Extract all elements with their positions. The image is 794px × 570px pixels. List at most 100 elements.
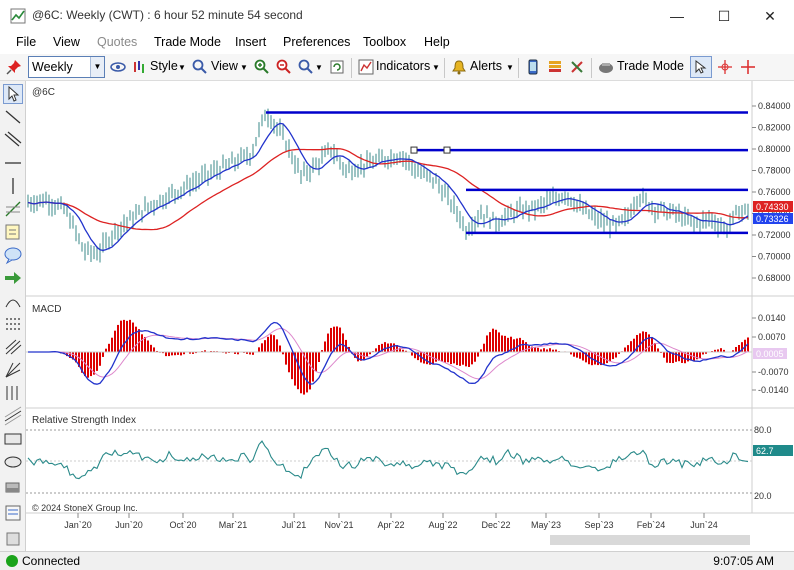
grid-dots-icon[interactable] <box>3 314 23 334</box>
trade-mode-icon <box>599 63 613 73</box>
time-tick-label: Aug`22 <box>428 520 457 530</box>
text-note-icon[interactable] <box>3 222 23 242</box>
menu-toolbox[interactable]: Toolbox <box>363 35 406 49</box>
time-tick-label: Dec`22 <box>481 520 510 530</box>
arc-icon[interactable] <box>3 291 23 311</box>
pitchfork-icon[interactable] <box>3 337 23 357</box>
zoom-menu-icon[interactable] <box>298 59 314 75</box>
magnifier-icon <box>192 59 207 74</box>
cursor-arrow-icon <box>695 60 707 74</box>
crosshair-eye-icon[interactable] <box>110 59 126 75</box>
horizontal-scrollbar[interactable] <box>550 535 750 545</box>
bar-chart-icon[interactable] <box>547 59 563 75</box>
style-button[interactable]: Style <box>150 59 178 73</box>
refresh-icon[interactable] <box>329 59 345 75</box>
macd-tick-label: 0.0070 <box>758 332 786 342</box>
price-axis: 0.840000.820000.800000.780000.760000.740… <box>752 101 791 283</box>
channel-icon[interactable] <box>3 130 23 150</box>
price-bars <box>27 108 749 263</box>
rsi-tick-20: 20.0 <box>754 491 772 501</box>
fibonacci-icon[interactable] <box>3 199 23 219</box>
ellipse-icon[interactable] <box>3 452 23 472</box>
line-handle[interactable] <box>410 146 418 154</box>
macd-tick-label: -0.0140 <box>758 385 789 395</box>
menu-view[interactable]: View <box>53 35 80 49</box>
connection-status: Connected <box>22 554 81 568</box>
period-select[interactable]: Weekly ▼ <box>28 56 105 78</box>
indicators-chevron-down-icon[interactable]: ▼ <box>432 63 440 72</box>
bell-icon <box>452 60 466 75</box>
line-handle[interactable] <box>443 146 451 154</box>
tools-icon[interactable] <box>569 59 585 75</box>
template-icon[interactable] <box>3 503 23 523</box>
time-tick-label: Jun`20 <box>115 520 143 530</box>
menu-insert[interactable]: Insert <box>235 35 266 49</box>
price-tick-label: 0.80000 <box>758 144 791 154</box>
price-tick-label: 0.82000 <box>758 123 791 133</box>
indicators-button[interactable]: Indicators <box>376 59 430 73</box>
menu-file[interactable]: File <box>16 35 36 49</box>
view-button[interactable]: View <box>211 59 238 73</box>
menu-quotes[interactable]: Quotes <box>97 35 137 49</box>
view-chevron-down-icon[interactable]: ▼ <box>240 63 248 72</box>
time-tick-label: Apr`22 <box>377 520 404 530</box>
alerts-button[interactable]: Alerts <box>470 59 502 73</box>
period-value: Weekly <box>32 60 73 74</box>
vertical-line-icon[interactable] <box>3 176 23 196</box>
pin-icon[interactable] <box>6 59 22 75</box>
alerts-chevron-down-icon[interactable]: ▼ <box>506 63 514 72</box>
arrow-right-icon[interactable] <box>3 268 23 288</box>
title-bar: @6C: Weekly (CWT) : 6 hour 52 minute 54 … <box>0 0 794 32</box>
chart-area[interactable]: @6C 0.84000 0.82000 0.80000 0.78000 0.76000 0… <box>26 81 794 551</box>
style-chevron-down-icon[interactable]: ▼ <box>178 63 186 72</box>
macd-tick-label: -0.0070 <box>758 367 789 377</box>
connection-status-icon <box>6 555 18 567</box>
zoom-in-icon[interactable] <box>254 59 270 75</box>
menu-bar: File View Quotes Trade Mode Insert Prefe… <box>0 32 794 54</box>
menu-help[interactable]: Help <box>424 35 450 49</box>
indicators-icon <box>358 59 374 75</box>
drawing-tools-more-icon[interactable] <box>3 529 23 549</box>
cycle-lines-icon[interactable] <box>3 383 23 403</box>
menu-trade-mode[interactable]: Trade Mode <box>154 35 221 49</box>
maximize-button[interactable]: ☐ <box>701 4 747 28</box>
chart-canvas[interactable]: @6C 0.84000 0.82000 0.80000 0.78000 0.76000 0… <box>26 81 794 551</box>
price-tick-label: 0.84000 <box>758 101 791 111</box>
rectangle-icon[interactable] <box>3 429 23 449</box>
eraser-icon[interactable] <box>3 477 23 497</box>
regression-icon[interactable] <box>3 406 23 426</box>
phone-icon[interactable] <box>525 59 541 75</box>
price-tag-red-text: 0.74330 <box>756 202 789 212</box>
moving-average-fast[interactable] <box>27 122 749 252</box>
price-tick-label: 0.76000 <box>758 187 791 197</box>
trendline-icon[interactable] <box>3 107 23 127</box>
callout-icon[interactable] <box>3 245 23 265</box>
status-time: 9:07:05 AM <box>713 554 774 568</box>
macd-tick-label: 0.0140 <box>758 313 786 323</box>
time-axis: Jan`20 Jun`20 Oct`20 Mar`21 Jul`21 Nov`21 Apr`… <box>64 513 718 530</box>
time-tick-label: Nov`21 <box>324 520 353 530</box>
macd-label: MACD <box>32 304 61 315</box>
rsi-line[interactable] <box>27 440 749 480</box>
crosshair-icon[interactable] <box>717 59 733 75</box>
gann-icon[interactable] <box>3 360 23 380</box>
select-tool-button[interactable] <box>3 84 23 104</box>
rsi-label: Relative Strength Index <box>32 415 136 426</box>
close-button[interactable]: ✕ <box>747 4 793 28</box>
horizontal-line-icon[interactable] <box>3 153 23 173</box>
zoom-chevron-down-icon[interactable]: ▼ <box>315 63 323 72</box>
minimize-button[interactable]: — <box>654 4 700 28</box>
time-tick-label: Feb`24 <box>637 520 666 530</box>
plus-crosshair-icon[interactable] <box>740 59 756 75</box>
copyright-text: © 2024 StoneX Group Inc. <box>32 503 138 513</box>
menu-preferences[interactable]: Preferences <box>283 35 350 49</box>
pointer-tool-button[interactable] <box>690 56 712 78</box>
time-tick-label: Jan`20 <box>64 520 92 530</box>
macd-tag-text: 0.0005 <box>756 349 784 359</box>
time-tick-label: Sep`23 <box>584 520 613 530</box>
chevron-down-icon[interactable]: ▼ <box>90 57 104 77</box>
zoom-out-icon[interactable] <box>276 59 292 75</box>
app-icon <box>10 8 26 24</box>
rsi-tag-text: 62.7 <box>756 446 774 456</box>
trade-mode-button[interactable]: Trade Mode <box>617 59 684 73</box>
